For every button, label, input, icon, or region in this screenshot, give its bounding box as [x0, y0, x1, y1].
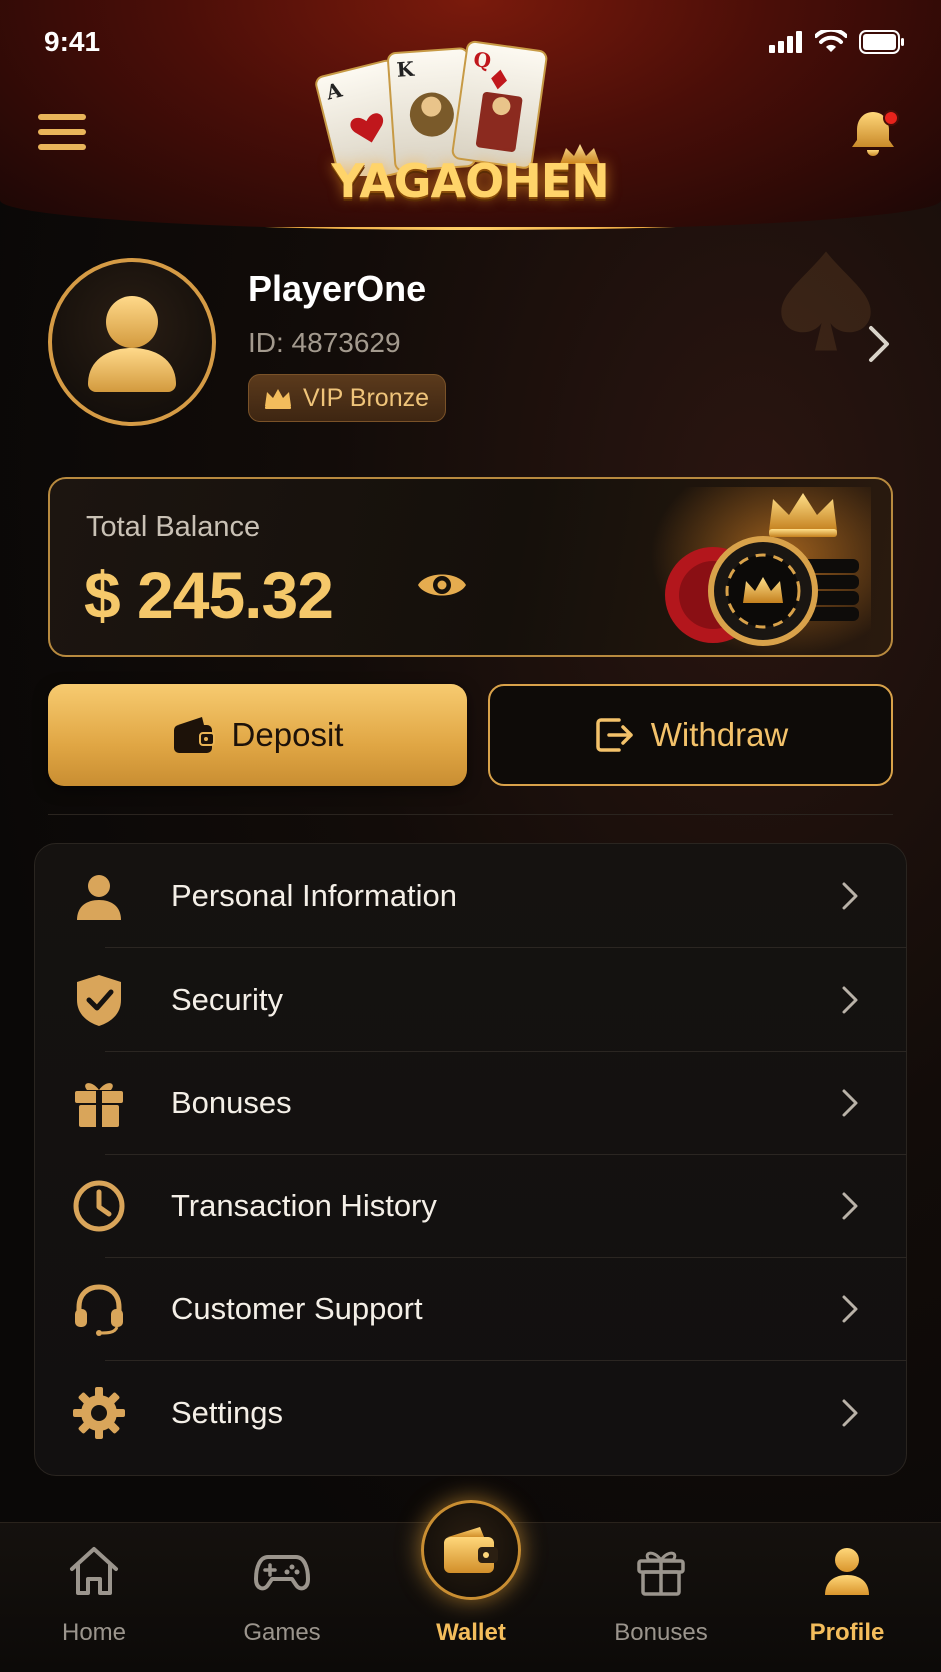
menu-item-customer-support[interactable]: Customer Support	[35, 1257, 875, 1360]
avatar[interactable]	[48, 258, 216, 426]
nav-bonuses[interactable]: Bonuses	[581, 1523, 741, 1672]
balance-amount: $ 245.32	[84, 558, 334, 632]
chevron-right-icon	[842, 1399, 858, 1427]
deposit-label: Deposit	[231, 716, 344, 753]
balance-label: Total Balance	[86, 511, 261, 543]
wifi-icon	[815, 30, 847, 52]
casino-chips-crown-icon	[651, 487, 871, 655]
svg-text:Q: Q	[472, 47, 493, 73]
nav-label: Home	[61, 1619, 127, 1646]
menu-item-label: Personal Information	[171, 877, 458, 913]
shield-icon	[77, 975, 121, 1026]
player-name: PlayerOne	[248, 268, 427, 309]
wallet-icon	[173, 717, 215, 753]
gift-icon	[75, 1083, 123, 1127]
gear-icon	[73, 1387, 125, 1439]
profile-screen: 9:41 A K Q YAGAOHEN PlayerOne ID: 487362…	[0, 0, 941, 1672]
withdraw-button[interactable]: Withdraw	[488, 684, 893, 786]
notifications-button[interactable]	[849, 108, 901, 164]
vip-label: VIP Bronze	[303, 383, 430, 412]
nav-label: Games	[243, 1619, 321, 1646]
clock-icon	[73, 1180, 125, 1232]
nav-label: Profile	[809, 1619, 885, 1646]
withdraw-label: Withdraw	[650, 716, 789, 753]
brand-name: YAGAOHEN	[331, 154, 609, 208]
status-icons	[769, 30, 905, 54]
account-menu-list: Personal Information Security Bonuses Tr…	[34, 843, 907, 1476]
brand-logo: A K Q YAGAOHEN	[310, 36, 630, 226]
user-icon	[825, 1548, 869, 1595]
nav-home[interactable]: Home	[14, 1523, 174, 1672]
svg-text:K: K	[396, 57, 416, 82]
wallet-fab-button[interactable]	[421, 1500, 521, 1600]
divider	[48, 814, 893, 815]
user-avatar-icon	[88, 296, 176, 392]
deposit-button[interactable]: Deposit	[48, 684, 467, 786]
nav-label: Wallet	[436, 1619, 506, 1646]
nav-profile[interactable]: Profile	[767, 1523, 927, 1672]
menu-item-transaction-history[interactable]: Transaction History	[35, 1154, 875, 1257]
player-id: ID: 4873629	[248, 327, 401, 358]
gamepad-icon	[254, 1555, 310, 1591]
menu-item-label: Bonuses	[171, 1084, 292, 1120]
vip-status-badge: VIP Bronze	[248, 374, 447, 422]
crown-icon	[265, 389, 291, 409]
menu-item-label: Customer Support	[171, 1290, 423, 1326]
chevron-right-icon	[842, 986, 858, 1014]
menu-item-security[interactable]: Security	[35, 948, 875, 1051]
signal-icon	[769, 31, 802, 53]
hamburger-menu-button[interactable]	[38, 114, 86, 158]
chevron-right-icon	[842, 1089, 858, 1117]
logout-arrow-icon	[595, 718, 633, 752]
menu-item-bonuses[interactable]: Bonuses	[35, 1051, 875, 1154]
menu-item-settings[interactable]: Settings	[35, 1361, 875, 1464]
user-icon	[77, 875, 121, 920]
balance-card: Total Balance $ 245.32	[48, 477, 893, 657]
chevron-right-icon	[842, 1295, 858, 1323]
app-header: 9:41 A K Q YAGAOHEN	[0, 0, 941, 230]
wallet-icon	[444, 1527, 498, 1573]
headset-icon	[75, 1284, 123, 1336]
status-time: 9:41	[44, 26, 101, 57]
menu-item-label: Transaction History	[171, 1187, 437, 1223]
profile-chevron-right-icon[interactable]	[863, 322, 893, 366]
chevron-right-icon	[842, 882, 858, 910]
notification-badge-dot	[883, 110, 899, 126]
nav-games[interactable]: Games	[202, 1523, 362, 1672]
menu-item-label: Settings	[171, 1394, 284, 1430]
gift-icon	[637, 1551, 685, 1596]
menu-item-personal-information[interactable]: Personal Information	[35, 844, 875, 947]
nav-label: Bonuses	[614, 1619, 708, 1646]
toggle-balance-visibility-eye-icon[interactable]	[416, 565, 468, 605]
home-icon	[70, 1547, 118, 1595]
menu-item-label: Security	[171, 981, 283, 1017]
battery-icon	[859, 30, 904, 54]
chevron-right-icon	[842, 1192, 858, 1220]
